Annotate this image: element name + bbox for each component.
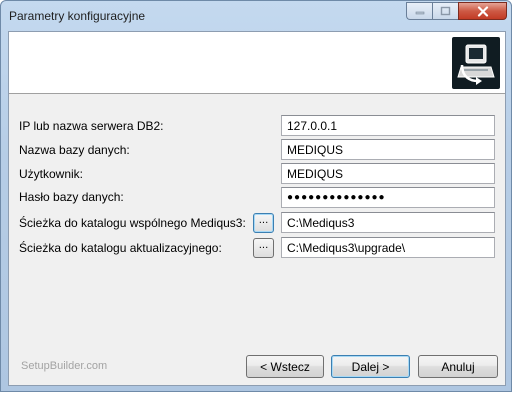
db-name-input[interactable]: MEDIQUS [281, 139, 495, 160]
server-label: IP lub nazwa serwera DB2: [19, 119, 164, 133]
dialog-client-area: IP lub nazwa serwera DB2: 127.0.0.1 Nazw… [8, 31, 506, 386]
shared-path-input[interactable]: C:\Mediqus3 [281, 212, 495, 233]
next-button[interactable]: Dalej > [331, 355, 410, 378]
update-path-label: Ścieżka do katalogu aktualizacyjnego: [19, 241, 222, 255]
shared-path-label: Ścieżka do katalogu wspólnego Mediqus3: [19, 216, 246, 230]
header-banner [9, 32, 505, 94]
user-label: Użytkownik: [19, 167, 84, 181]
cancel-button[interactable]: Anuluj [418, 355, 498, 378]
maximize-button[interactable] [432, 2, 458, 20]
shared-path-browse-button[interactable]: ... [253, 213, 274, 233]
back-button[interactable]: < Wstecz [246, 355, 324, 378]
update-path-input[interactable]: C:\Mediqus3\upgrade\ [281, 237, 495, 258]
password-label: Hasło bazy danych: [19, 190, 124, 204]
password-input[interactable]: ●●●●●●●●●●●●●● [281, 187, 495, 208]
minimize-button[interactable] [406, 2, 432, 20]
title-bar[interactable]: Parametry konfiguracyjne [1, 1, 513, 31]
minimize-icon [415, 11, 424, 15]
maximize-icon [440, 6, 451, 16]
user-input[interactable]: MEDIQUS [281, 163, 495, 184]
close-button[interactable] [458, 2, 507, 20]
server-input[interactable]: 127.0.0.1 [281, 115, 495, 136]
setupbuilder-watermark: SetupBuilder.com [21, 360, 108, 372]
update-path-browse-button[interactable]: ... [253, 238, 274, 258]
dialog-window: Parametry konfiguracyjne IP lub nazwa se… [0, 0, 512, 392]
db-name-label: Nazwa bazy danych: [19, 143, 130, 157]
window-title: Parametry konfiguracyjne [9, 9, 146, 23]
setup-computer-icon [452, 37, 500, 89]
close-icon [477, 5, 488, 17]
